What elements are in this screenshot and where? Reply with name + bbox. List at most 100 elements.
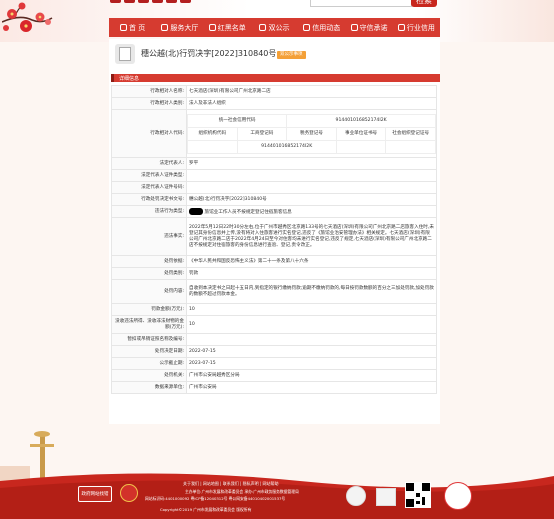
row-label: 行政相对人代码: (111, 109, 187, 158)
table-row: 没收违法所得、没收非法财物的金额(万元): 10 (111, 315, 437, 334)
table-row: 公示截止期: 2023-07-15 (111, 357, 437, 370)
document-icon (115, 44, 135, 64)
search-button[interactable]: 检索 (411, 0, 437, 7)
category-badge: 双公示事项 (277, 51, 306, 59)
row-value: 2022年5月12日22时30分左右,位于广州市越秀区北京路133号的七天酒店(… (186, 217, 437, 256)
row-value: 七天酒店(深圳)有限公司广州北京路二店 (186, 85, 437, 98)
table-row: 处罚类别: 罚款 (111, 267, 437, 280)
table-row: 法定代表人证件号码: (111, 181, 437, 194)
row-label: 行政相对人类别: (111, 97, 187, 110)
nav-home[interactable]: 首 页 (109, 23, 156, 33)
qr-code-icon (405, 482, 431, 508)
uscc-header: 统一社会信用代码 (187, 113, 288, 128)
row-label: 没收违法所得、没收非法财物的金额(万元): (111, 315, 187, 334)
row-value (186, 333, 437, 346)
senior-mode-icon[interactable] (376, 488, 396, 506)
tiananmen-decoration (0, 431, 554, 519)
row-value: 2023-07-15 (186, 357, 437, 370)
row-value: 旅馆业工作人员不按规定登记住宿旅客信息 (186, 205, 437, 218)
table-row: 处罚内容: 自收到本决定书之日起十五日内,到指定的银行缴纳罚款;逾期不缴纳罚款的,… (111, 279, 437, 304)
social-code-header: 社会组织登记证号 (385, 126, 436, 141)
code-cell: 统一社会信用代码 914401016852174I2K 组织机构代码 工商登记码 税务… (186, 109, 437, 158)
table-row: 处罚依据: 《中华人民共和国反恐怖主义法》第二十一条及第八十六条 (111, 255, 437, 268)
list-icon (208, 24, 216, 31)
row-value: 《中华人民共和国反恐怖主义法》第二十一条及第八十六条 (186, 255, 437, 268)
table-row: 数据来源单位: 广州市公安局 (111, 381, 437, 394)
redaction-mark (189, 207, 203, 215)
gov-error-badge[interactable]: 政府网站找错 (78, 486, 112, 502)
row-value: 2022-07-15 (186, 345, 437, 358)
industry-icon (397, 24, 405, 31)
promise-icon (350, 24, 358, 31)
biz-reg-value: 914401016852174I2K (236, 139, 337, 154)
service-icon (161, 24, 169, 31)
site-logo[interactable] (110, 0, 191, 6)
row-label: 法定代表人证件号码: (111, 181, 187, 194)
row-value: 10 (186, 303, 437, 316)
row-label: 罚款金额(万元): (111, 303, 187, 316)
section-header: 详细信息 (111, 74, 440, 82)
row-label: 处罚类别: (111, 267, 187, 280)
nav-service-hall[interactable]: 服务大厅 (156, 23, 203, 33)
table-row: 处罚决定日期: 2022-07-15 (111, 345, 437, 358)
row-label: 行政相对人名称: (111, 85, 187, 98)
row-label: 处罚机关: (111, 369, 187, 382)
org-code-value (187, 139, 238, 154)
row-label: 违法行为类型: (111, 205, 187, 218)
nav-industry-credit[interactable]: 行业信用 (393, 23, 440, 33)
table-row: 法定代表人证件类型: (111, 169, 437, 182)
org-code-header: 组织机构代码 (187, 126, 238, 141)
row-value: 穗公越(北)行罚决字[2022]310840号 (186, 193, 437, 206)
table-row: 行政相对人代码: 统一社会信用代码 914401016852174I2K 组织机构… (111, 109, 437, 158)
home-icon (120, 24, 128, 31)
row-label: 法定代表人证件类型: (111, 169, 187, 182)
row-label: 法定代表人: (111, 157, 187, 170)
footer-copyright: Copyright©2019 广州市发展和改革委员会 版权所有 (160, 507, 252, 512)
row-value: 10 (186, 315, 437, 334)
row-value (186, 181, 437, 194)
table-row: 行政相对人类别: 法人及非法人组织 (111, 97, 437, 110)
search-input[interactable] (310, 0, 412, 7)
record-title: 穗公越(北)行罚决字[2022]310840号 (141, 49, 277, 58)
row-value: 罗平 (186, 157, 437, 170)
table-row: 处罚机关: 广州市公安局越秀区分局 (111, 369, 437, 382)
row-value (186, 169, 437, 182)
row-label: 处罚决定日期: (111, 345, 187, 358)
main-nav: 首 页 服务大厅 红黑名单 双公示 信用动态 守信承诺 行业信用 (109, 18, 440, 37)
footer: 关于我们 | 网站地图 | 联系我们 | 隐私声明 | 网站帮助 主办单位:广州… (0, 426, 554, 519)
table-row: 罚款金额(万元): 10 (111, 303, 437, 316)
row-label: 违法事实: (111, 217, 187, 256)
nav-credit-news[interactable]: 信用动态 (298, 23, 345, 33)
nav-red-black-list[interactable]: 红黑名单 (204, 23, 251, 33)
record-card: 穗公越(北)行罚决字[2022]310840号 双公示事项 详细信息 行政相对人… (109, 39, 440, 424)
row-label: 数据来源单位: (111, 381, 187, 394)
footer-links[interactable]: 关于我们 | 网站地图 | 联系我们 | 隐私声明 | 网站帮助 (183, 481, 279, 487)
row-value: 自收到本决定书之日起十五日内,到指定的银行缴纳罚款;逾期不缴纳罚款的,每日按罚款… (186, 279, 437, 304)
tax-reg-header: 税务登记号 (286, 126, 337, 141)
code-subtable: 统一社会信用代码 914401016852174I2K 组织机构代码 工商登记码 税务… (187, 113, 436, 154)
table-row: 法定代表人: 罗平 (111, 157, 437, 170)
inst-code-header: 事业单位证书号 (335, 126, 387, 141)
row-label: 处罚依据: (111, 255, 187, 268)
row-value: 法人及非法人组织 (186, 97, 437, 110)
row-label: 行政处罚决定书文号: (111, 193, 187, 206)
table-row: 行政处罚决定书文号: 穗公越(北)行罚决字[2022]310840号 (111, 193, 437, 206)
table-row: 暂扣或吊销证照名称及编号: (111, 333, 437, 346)
row-value: 广州市公安局越秀区分局 (186, 369, 437, 382)
police-emblem-icon[interactable] (120, 484, 138, 502)
plum-blossom-decoration (2, 2, 53, 32)
row-value: 罚款 (186, 267, 437, 280)
row-label: 暂扣或吊销证照名称及编号: (111, 333, 187, 346)
record-header: 穗公越(北)行罚决字[2022]310840号 双公示事项 (109, 39, 440, 71)
nav-double-publicity[interactable]: 双公示 (251, 23, 298, 33)
page: 检索 首 页 服务大厅 红黑名单 双公示 信用动态 守信承诺 行业信用 穗公越(… (0, 0, 554, 519)
publicity-icon (259, 24, 267, 31)
accessibility-icon[interactable] (346, 486, 366, 506)
row-label: 公示截止期: (111, 357, 187, 370)
uscc-value: 914401016852174I2K (286, 113, 436, 128)
footer-host: 主办单位:广州市发展和改革委员会 承办:广州市政务服务数据管理局 (185, 489, 299, 494)
table-row: 行政相对人名称: 七天酒店(深圳)有限公司广州北京路二店 (111, 85, 437, 98)
table-row: 违法事实: 2022年5月12日22时30分左右,位于广州市越秀区北京路133号的… (111, 217, 437, 256)
biz-reg-header: 工商登记码 (236, 126, 288, 141)
nav-credit-promise[interactable]: 守信承诺 (345, 23, 392, 33)
